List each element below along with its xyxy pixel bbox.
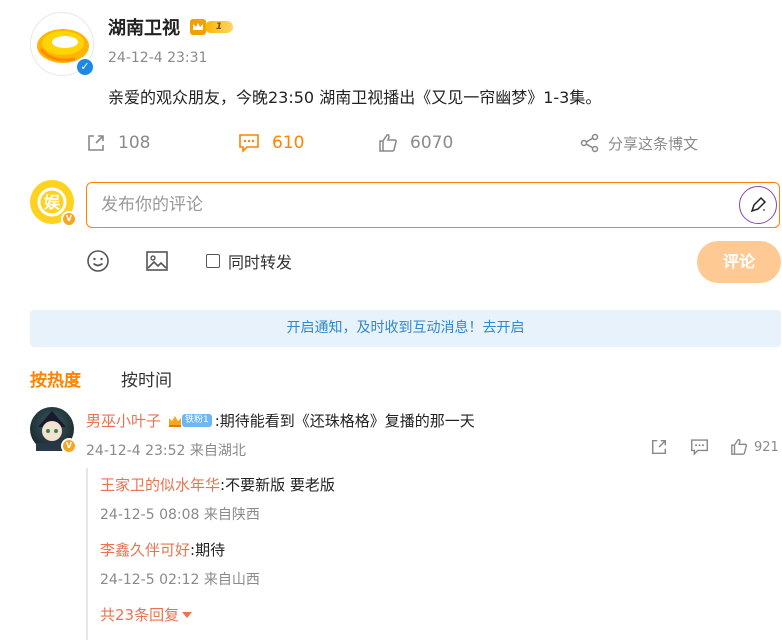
comment-line: 男巫小叶子 铁粉1 :期待能看到《还珠格格》复播的那一天: [86, 410, 475, 431]
thumbs-up-icon: [731, 438, 747, 455]
comment-like-button[interactable]: 921: [730, 438, 779, 456]
reply-user[interactable]: 王家卫的似水年华: [100, 476, 220, 494]
more-replies-label: 共23条回复: [100, 606, 180, 624]
more-replies-link[interactable]: 共23条回复: [100, 604, 193, 625]
repost-label: 同时转发: [228, 253, 293, 272]
repost-icon: [88, 135, 104, 151]
comment-icon: [239, 134, 259, 153]
comment-meta: 24-12-4 23:52 来自湖北: [86, 443, 246, 459]
comment-input[interactable]: 发布你的评论: [86, 182, 780, 228]
reply-thread: 王家卫的似水年华:不要新版 要老版 24-12-5 08:08 来自陕西 李鑫久…: [86, 468, 782, 640]
tab-sort-hot[interactable]: 按热度: [30, 366, 81, 391]
verified-icon: V: [61, 211, 77, 227]
like-count: 6070: [410, 133, 454, 153]
reply-text: :期待: [190, 541, 226, 559]
ai-write-button[interactable]: [739, 186, 777, 224]
post-text: 亲爱的观众朋友，今晚23:50 湖南卫视播出《又见一帘幽梦》1-3集。: [108, 88, 602, 107]
comment-button[interactable]: 610: [238, 131, 304, 155]
comment-text: :期待能看到《还珠格格》复播的那一天: [214, 412, 475, 430]
pen-icon: [750, 196, 767, 213]
comment-icon: [691, 439, 708, 456]
comment-reply-button[interactable]: [690, 438, 715, 456]
crown-icon: [169, 415, 182, 427]
reply-meta: 24-12-5 02:12 来自山西: [100, 572, 260, 588]
verified-icon: ✓: [75, 57, 95, 77]
notification-banner[interactable]: 开启通知，及时收到互动消息！去开启: [30, 310, 781, 347]
fan-badge-label: 铁粉1: [182, 414, 212, 427]
thumbs-up-icon: [379, 134, 397, 152]
commenter-avatar[interactable]: V: [30, 407, 77, 454]
submit-comment-button[interactable]: 评论: [697, 241, 781, 283]
reply-text: :不要新版 要老版: [220, 476, 335, 494]
svg-text:娱: 娱: [44, 193, 61, 212]
share-icon: [580, 133, 599, 153]
reply-meta: 24-12-5 08:08 来自陕西: [100, 507, 260, 523]
repost-checkbox[interactable]: 同时转发: [206, 249, 292, 273]
comment-repost-button[interactable]: [650, 438, 674, 456]
author-avatar[interactable]: ✓: [30, 12, 95, 77]
my-avatar[interactable]: 娱 V: [30, 180, 77, 227]
reply-line: 王家卫的似水年华:不要新版 要老版: [100, 474, 335, 495]
comment-count: 610: [272, 133, 305, 153]
reply-line: 李鑫久伴可好:期待: [100, 539, 225, 560]
reply-user[interactable]: 李鑫久伴可好: [100, 541, 190, 559]
repost-count: 108: [118, 133, 151, 153]
tab-sort-time[interactable]: 按时间: [121, 366, 172, 391]
share-button[interactable]: 分享这条博文: [580, 131, 698, 155]
share-label: 分享这条博文: [608, 134, 699, 153]
post-time[interactable]: 24-12-4 23:31: [108, 50, 207, 66]
comment-placeholder: 发布你的评论: [101, 195, 203, 215]
vip-badge[interactable]: 1: [189, 18, 233, 36]
fan-badge[interactable]: 铁粉1: [167, 413, 212, 429]
author-name[interactable]: 湖南卫视: [108, 14, 180, 40]
commenter-name[interactable]: 男巫小叶子: [86, 410, 161, 431]
comment-like-count: 921: [754, 439, 779, 455]
verified-icon: V: [61, 438, 77, 454]
vip-level: 1: [205, 21, 233, 33]
like-button[interactable]: 6070: [378, 131, 453, 155]
repost-icon: [651, 439, 667, 455]
repost-button[interactable]: 108: [86, 131, 150, 155]
caret-down-icon: [182, 611, 193, 618]
checkbox-icon[interactable]: [206, 254, 220, 268]
emoji-icon[interactable]: [86, 249, 110, 273]
image-icon[interactable]: [145, 249, 169, 273]
